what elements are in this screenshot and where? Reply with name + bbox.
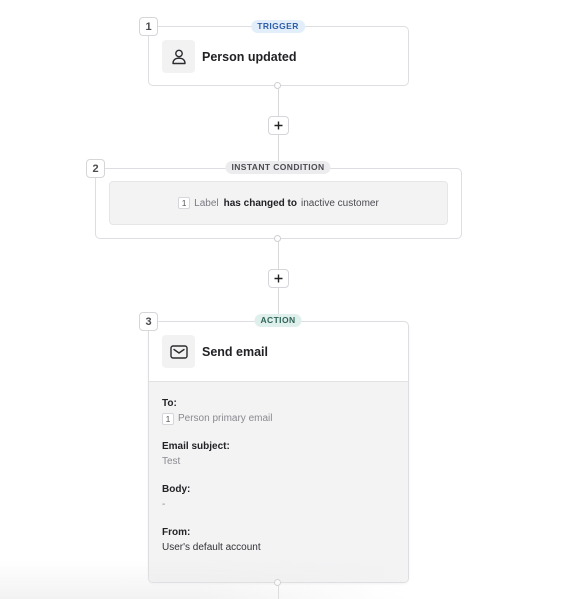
action-details: To: 1 Person primary email Email subject… [149, 381, 408, 582]
action-card[interactable]: Send email To: 1 Person primary email Em… [148, 321, 409, 583]
field-value: Test [162, 456, 181, 467]
step-number-3: 3 [139, 312, 158, 331]
field-to: To: 1 Person primary email [162, 397, 408, 427]
condition-operator: has changed to [223, 197, 297, 209]
trigger-card[interactable]: Person updated [148, 26, 409, 86]
action-title: Send email [202, 344, 268, 359]
field-value: Person primary email [178, 413, 273, 424]
field-from: From: User's default account [162, 526, 408, 556]
connector-line [278, 585, 279, 599]
field-body: Body: - [162, 483, 408, 513]
action-badge: ACTION [254, 314, 302, 327]
connector-dot [274, 82, 281, 89]
condition-badge: INSTANT CONDITION [225, 161, 331, 174]
add-step-button[interactable] [268, 116, 289, 135]
envelope-icon [162, 335, 195, 368]
step-number-2: 2 [86, 159, 105, 178]
step-ref-chip: 1 [162, 413, 174, 425]
field-label: From: [162, 527, 191, 538]
condition-card[interactable]: 1 Label has changed to inactive customer [95, 168, 462, 239]
condition-value: inactive customer [301, 197, 379, 209]
field-email-subject: Email subject: Test [162, 440, 408, 470]
add-step-button[interactable] [268, 269, 289, 288]
person-icon [162, 40, 195, 73]
field-value-wrapper: 1 Person primary email [162, 411, 408, 427]
connector-dot [274, 579, 281, 586]
step-number-1: 1 [139, 17, 158, 36]
trigger-title: Person updated [202, 49, 297, 64]
condition-rule[interactable]: 1 Label has changed to inactive customer [109, 181, 448, 225]
field-label: Body: [162, 484, 191, 495]
field-value: - [162, 499, 166, 510]
workflow-canvas: Person updated 1 TRIGGER 1 Label has cha… [0, 0, 578, 599]
field-label: To: [162, 398, 177, 409]
plus-icon [274, 274, 283, 283]
condition-field: Label [194, 197, 219, 209]
connector-dot [274, 235, 281, 242]
step-ref-chip: 1 [178, 197, 191, 209]
field-label: Email subject: [162, 441, 230, 452]
trigger-badge: TRIGGER [251, 20, 305, 33]
field-value: User's default account [162, 542, 261, 553]
plus-icon [274, 121, 283, 130]
